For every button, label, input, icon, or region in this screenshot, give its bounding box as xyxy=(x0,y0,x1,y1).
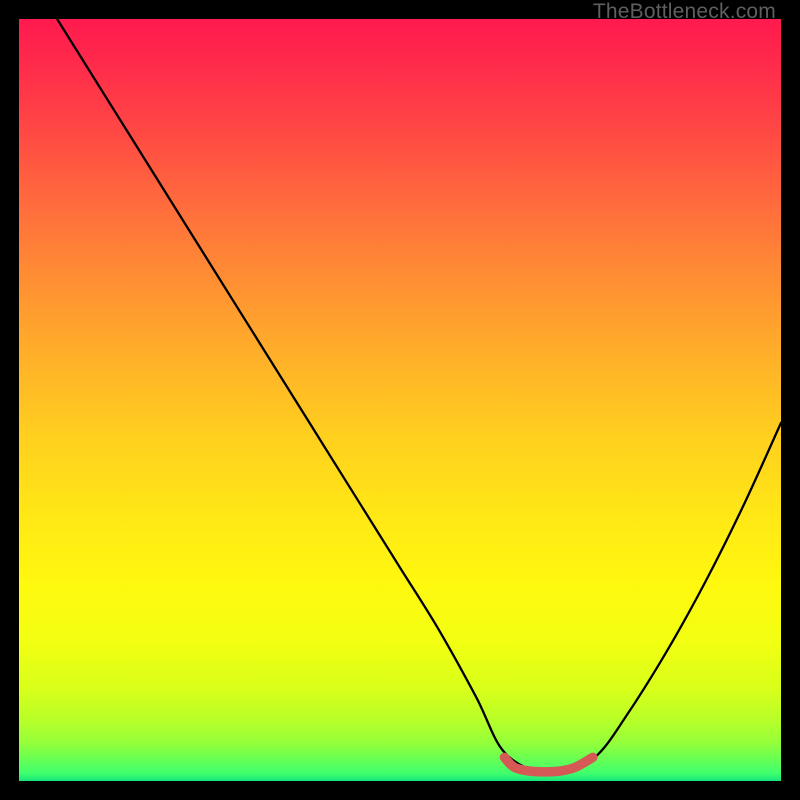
watermark-text: TheBottleneck.com xyxy=(593,0,776,24)
bottleneck-chart xyxy=(19,19,781,781)
gradient-background xyxy=(19,19,781,781)
chart-frame xyxy=(19,19,781,781)
